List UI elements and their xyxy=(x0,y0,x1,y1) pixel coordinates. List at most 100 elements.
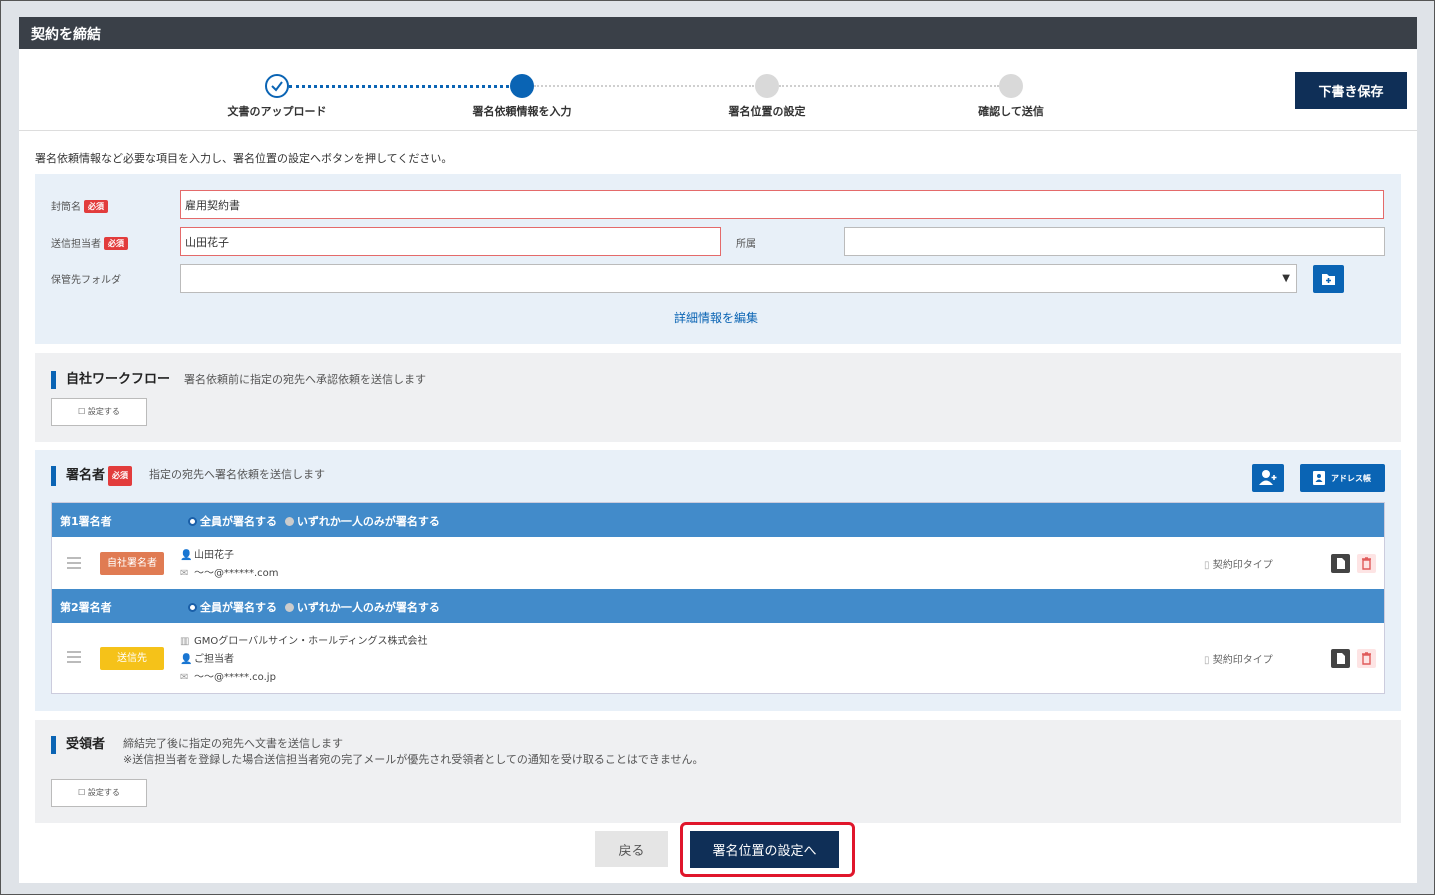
recipients-title: 受領者 xyxy=(51,736,105,754)
step-pending-marker xyxy=(755,74,779,98)
add-signer-button[interactable] xyxy=(1252,464,1284,492)
envelope-name-label-text: 封筒名 xyxy=(51,202,81,213)
signer-2-mode-options: 全員が署名する いずれか一人のみが署名する xyxy=(188,599,440,615)
step-done-check-icon xyxy=(265,74,289,98)
file-icon xyxy=(1337,558,1345,569)
new-folder-button[interactable] xyxy=(1313,265,1344,293)
step-label-upload: 文書のアップロード xyxy=(227,105,327,118)
sender-input[interactable]: 山田花子 xyxy=(180,227,721,256)
next-button-highlight: 署名位置の設定へ xyxy=(680,822,855,877)
step-label-signer-info: 署名依頼情報を入力 xyxy=(472,105,572,118)
radio-one-sign[interactable] xyxy=(284,603,294,612)
signer-2-email: ✉ 〜〜@*****.co.jp xyxy=(180,668,276,683)
add-user-icon xyxy=(1259,470,1277,485)
required-badge: 必須 xyxy=(104,237,128,250)
trash-icon xyxy=(1362,652,1371,665)
step-label-confirm: 確認して送信 xyxy=(978,105,1044,118)
step-connector-done xyxy=(289,85,509,88)
instruction-text: 署名依頼情報など必要な項目を入力し、署名位置の設定へボタンを押してください。 xyxy=(35,152,453,165)
drag-handle-icon[interactable] xyxy=(67,651,81,666)
department-label: 所属 xyxy=(736,239,756,250)
drag-handle-icon[interactable] xyxy=(67,557,81,572)
document-icon: ▯ xyxy=(1204,560,1210,571)
recipients-description-line1: 締結完了後に指定の宛先へ文書を送信します xyxy=(123,737,343,750)
save-draft-button[interactable]: 下書き保存 xyxy=(1295,72,1407,109)
workflow-section: 自社ワークフロー 署名依頼前に指定の宛先へ承認依頼を送信します ☐ 設定する xyxy=(35,353,1401,442)
signer-1-name-text: 山田花子 xyxy=(194,550,234,561)
signer-1-stamp-type[interactable]: ▯ 契約印タイプ xyxy=(1204,556,1273,571)
address-book-label: アドレス帳 xyxy=(1331,474,1371,483)
envelope-name-input[interactable]: 雇用契約書 xyxy=(180,190,1384,219)
signer-2-company-text: GMOグローバルサイン・ホールディングス株式会社 xyxy=(194,636,428,647)
signer-2-document-button[interactable] xyxy=(1331,649,1350,668)
signer-2-email-text: 〜〜@*****.co.jp xyxy=(194,672,276,683)
chevron-down-icon: ▼ xyxy=(1282,273,1290,284)
signer-2-company: ▥ GMOグローバルサイン・ホールディングス株式会社 xyxy=(180,632,427,647)
signer-1-delete-button[interactable] xyxy=(1357,554,1376,573)
signer-1-email-text: 〜〜@******.com xyxy=(194,568,279,579)
step-current-marker xyxy=(510,74,534,98)
person-icon: 👤 xyxy=(180,654,193,665)
signer-1-email: ✉ 〜〜@******.com xyxy=(180,564,279,579)
sender-label: 送信担当者 必須 xyxy=(51,235,128,250)
progress-stepper: 文書のアップロード 署名依頼情報を入力 署名位置の設定 確認して送信 下書き保存 xyxy=(19,49,1417,131)
step-label-sign-position: 署名位置の設定 xyxy=(728,105,806,118)
mail-icon: ✉ xyxy=(180,672,189,683)
workflow-title: 自社ワークフロー xyxy=(51,371,170,389)
mail-icon: ✉ xyxy=(180,568,189,579)
workflow-description: 署名依頼前に指定の宛先へ承認依頼を送信します xyxy=(184,373,426,386)
signer-1-mode-options: 全員が署名する いずれか一人のみが署名する xyxy=(188,513,440,529)
workflow-setting-button[interactable]: ☐ 設定する xyxy=(51,398,147,426)
signer-2-stamp-type-text: 契約印タイプ xyxy=(1212,655,1273,666)
required-badge: 必須 xyxy=(84,200,108,213)
step-connector xyxy=(779,85,999,87)
signer-1-header: 第1署名者 全員が署名する いずれか一人のみが署名する xyxy=(52,503,1384,537)
signers-title-text: 署名者 xyxy=(66,468,106,483)
signer-2-delete-button[interactable] xyxy=(1357,649,1376,668)
address-book-icon xyxy=(1313,471,1325,485)
envelope-form: 封筒名 必須 雇用契約書 送信担当者 必須 山田花子 所属 保管先フォルダ ▼ 詳細… xyxy=(35,174,1401,344)
recipients-section: 受領者 締結完了後に指定の宛先へ文書を送信します ※送信担当者を登録した場合送信… xyxy=(35,720,1401,823)
signer-2-title: 第2署名者 xyxy=(60,601,112,614)
next-sign-position-button[interactable]: 署名位置の設定へ xyxy=(690,831,839,868)
recipients-description: 締結完了後に指定の宛先へ文書を送信します ※送信担当者を登録した場合送信担当者宛… xyxy=(123,736,704,768)
contract-panel: 契約を締結 文書のアップロード 署名依頼情報を入力 署名位置の設定 確認して送信… xyxy=(19,17,1417,883)
signer-2-stamp-type[interactable]: ▯ 契約印タイプ xyxy=(1204,651,1273,666)
document-icon: ▯ xyxy=(1204,655,1210,666)
building-icon: ▥ xyxy=(180,636,190,647)
signer-1-title: 第1署名者 xyxy=(60,515,112,528)
radio-all-sign[interactable] xyxy=(188,517,197,526)
recipients-description-line2: ※送信担当者を登録した場合送信担当者宛の完了メールが優先され受領者としての通知を… xyxy=(123,753,704,766)
address-book-button[interactable]: アドレス帳 xyxy=(1300,464,1385,492)
signer-2-name-text: ご担当者 xyxy=(194,654,234,665)
folder-label: 保管先フォルダ xyxy=(51,275,121,286)
radio-one-sign[interactable] xyxy=(284,517,294,526)
role-badge-own-signer: 自社署名者 xyxy=(100,552,164,575)
radio-one-sign-label: いずれか一人のみが署名する xyxy=(296,601,440,614)
person-icon: 👤 xyxy=(180,550,193,561)
signers-section: 署名者 必須 指定の宛先へ署名依頼を送信します アドレス帳 第1署名者 全員が署… xyxy=(35,450,1401,711)
page-title: 契約を締結 xyxy=(19,17,1417,49)
file-icon xyxy=(1337,653,1345,664)
signer-2-name: 👤 ご担当者 xyxy=(180,650,234,665)
signer-1-name: 👤 山田花子 xyxy=(180,546,234,561)
signers-description: 指定の宛先へ署名依頼を送信します xyxy=(149,468,325,481)
recipients-setting-button[interactable]: ☐ 設定する xyxy=(51,779,147,807)
radio-all-sign[interactable] xyxy=(188,603,197,612)
edit-details-link[interactable]: 詳細情報を編集 xyxy=(674,309,758,326)
back-button[interactable]: 戻る xyxy=(595,831,668,867)
signer-1-document-button[interactable] xyxy=(1331,554,1350,573)
signer-1-stamp-type-text: 契約印タイプ xyxy=(1212,560,1273,571)
sender-label-text: 送信担当者 xyxy=(51,239,101,250)
folder-plus-icon xyxy=(1322,274,1335,285)
radio-all-sign-label: 全員が署名する xyxy=(200,515,277,528)
radio-all-sign-label: 全員が署名する xyxy=(200,601,277,614)
department-input[interactable] xyxy=(844,227,1385,256)
role-badge-recipient: 送信先 xyxy=(100,647,164,670)
signer-2-header: 第2署名者 全員が署名する いずれか一人のみが署名する xyxy=(52,589,1384,623)
step-connector xyxy=(534,85,754,87)
envelope-name-label: 封筒名 必須 xyxy=(51,198,108,213)
required-badge: 必須 xyxy=(108,466,133,486)
trash-icon xyxy=(1362,557,1371,570)
folder-select[interactable]: ▼ xyxy=(180,264,1297,293)
